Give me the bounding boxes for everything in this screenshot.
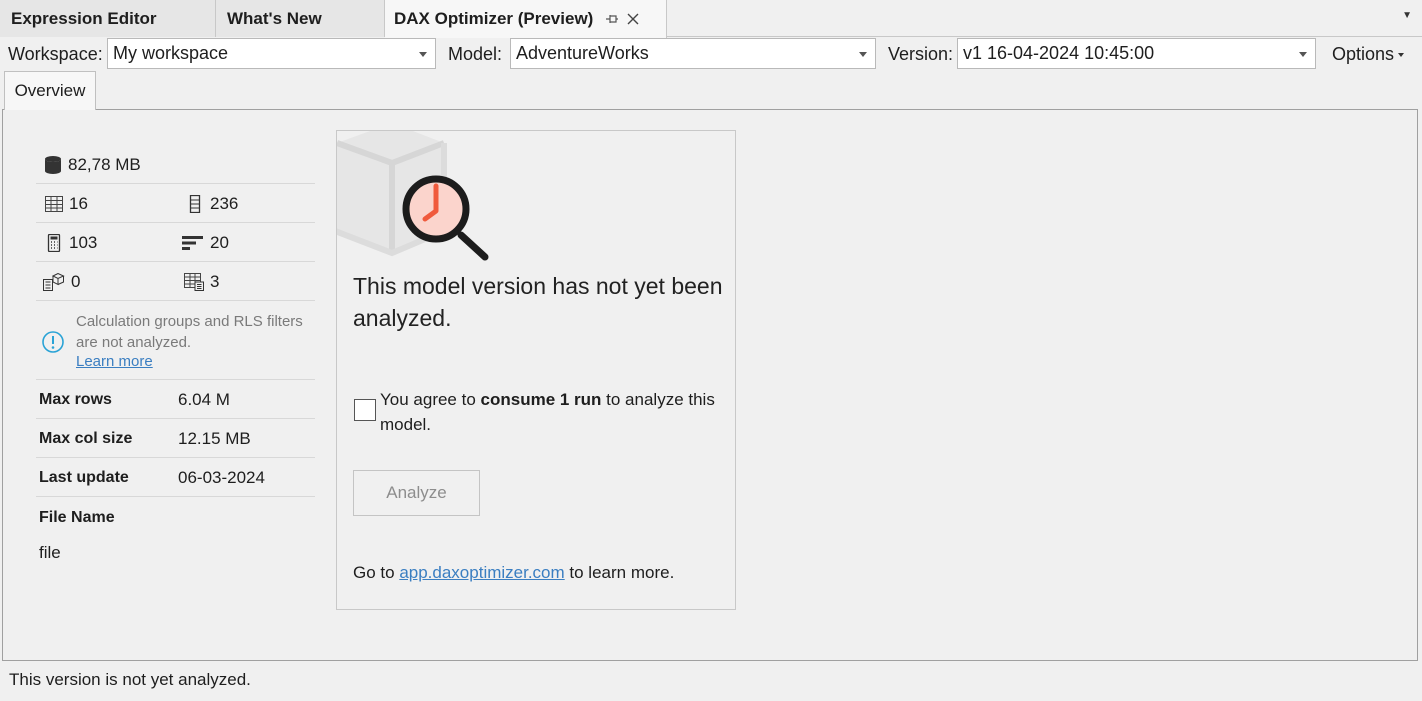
column-icon xyxy=(189,194,201,213)
size-stat: 82,78 MB xyxy=(44,145,141,184)
agree-text: You agree to consume 1 run to analyze th… xyxy=(380,387,720,437)
tab-overview-label: Overview xyxy=(14,81,86,100)
agree-prefix: You agree to xyxy=(380,390,481,409)
goto-suffix: to learn more. xyxy=(564,563,675,582)
calc-items-row: 0 3 xyxy=(36,262,315,301)
learn-more-link[interactable]: Learn more xyxy=(76,353,153,370)
max-rows-label: Max rows xyxy=(39,391,112,408)
max-col-size-value: 12.15 MB xyxy=(178,429,251,448)
model-value: AdventureWorks xyxy=(516,43,649,63)
options-label: Options xyxy=(1332,44,1395,64)
size-value: 82,78 MB xyxy=(68,154,141,174)
tab-label: DAX Optimizer (Preview) xyxy=(394,9,594,28)
calc-items-stat: 0 xyxy=(43,262,80,301)
max-col-size-row: Max col size 12.15 MB xyxy=(36,419,315,458)
measures-value: 103 xyxy=(69,232,98,252)
last-update-row: Last update 06-03-2024 xyxy=(36,458,315,497)
tab-expression-editor[interactable]: Expression Editor xyxy=(0,0,216,37)
agree-bold: consume 1 run xyxy=(480,390,602,409)
tables-stat: 16 xyxy=(45,184,88,223)
goto-prefix: Go to xyxy=(353,563,400,582)
options-menu-button[interactable]: Options xyxy=(1332,44,1405,65)
relationships-value: 20 xyxy=(210,232,229,252)
relationships-stat: 20 xyxy=(182,223,229,262)
not-analyzed-note: Calculation groups and RLS filters are n… xyxy=(36,310,315,380)
database-icon xyxy=(45,155,61,174)
dax-optimizer-link[interactable]: app.daxoptimizer.com xyxy=(399,563,564,582)
model-magnifier-icon xyxy=(337,131,489,261)
chevron-down-icon xyxy=(859,52,867,57)
sort-bars-icon xyxy=(182,235,203,250)
analysis-card: This model version has not yet been anal… xyxy=(336,130,736,610)
calculation-group-icon xyxy=(43,272,65,291)
columns-value: 236 xyxy=(210,193,239,213)
model-label: Model: xyxy=(448,44,503,64)
info-icon xyxy=(41,330,65,359)
max-col-size-label: Max col size xyxy=(39,430,133,447)
columns-stat: 236 xyxy=(186,184,238,223)
tables-value: 16 xyxy=(69,193,88,213)
tab-label: What's New xyxy=(227,8,322,28)
chevron-down-icon xyxy=(419,52,427,57)
table-icon xyxy=(45,195,63,212)
calculated-table-icon xyxy=(184,272,204,291)
toolbar: Workspace: My workspace Model: Adventure… xyxy=(0,37,1422,71)
file-name-value: file xyxy=(39,543,61,562)
caret-down-icon xyxy=(1398,53,1405,58)
last-update-value: 06-03-2024 xyxy=(178,468,265,487)
calc-tables-stat: 3 xyxy=(184,262,219,301)
max-rows-value: 6.04 M xyxy=(178,390,230,409)
tab-overview[interactable]: Overview xyxy=(4,71,96,110)
measures-relationships-row: 103 20 xyxy=(36,223,315,262)
size-row: 82,78 MB xyxy=(36,145,315,184)
calc-tables-value: 3 xyxy=(210,271,220,291)
card-title: This model version has not yet been anal… xyxy=(353,273,723,331)
workspace-value: My workspace xyxy=(113,43,229,63)
version-label: Version: xyxy=(888,44,954,64)
note-text: Calculation groups and RLS filters are n… xyxy=(76,313,303,351)
tab-list-dropdown-icon[interactable]: ▼ xyxy=(1402,10,1412,21)
goto-text: Go to app.daxoptimizer.com to learn more… xyxy=(353,563,674,583)
measures-stat: 103 xyxy=(45,223,97,262)
agree-checkbox[interactable] xyxy=(354,399,376,421)
tab-label: Expression Editor xyxy=(11,8,157,28)
last-update-label: Last update xyxy=(39,469,129,486)
document-tab-strip: Expression Editor What's New DAX Optimiz… xyxy=(0,0,1422,38)
tab-whats-new[interactable]: What's New xyxy=(216,0,385,37)
close-icon[interactable] xyxy=(627,13,639,25)
chevron-down-icon xyxy=(1299,52,1307,57)
file-name-label: File Name xyxy=(39,509,115,526)
version-value: v1 16-04-2024 10:45:00 xyxy=(963,43,1155,63)
tab-dax-optimizer[interactable]: DAX Optimizer (Preview) xyxy=(385,0,667,38)
analyze-button[interactable]: Analyze xyxy=(353,470,480,516)
version-combobox[interactable]: v1 16-04-2024 10:45:00 xyxy=(957,38,1316,69)
analyze-label: Analyze xyxy=(386,483,447,502)
calculator-icon xyxy=(47,233,61,252)
pin-icon[interactable] xyxy=(605,13,619,25)
tables-columns-row: 16 236 xyxy=(36,184,315,223)
max-rows-row: Max rows 6.04 M xyxy=(36,380,315,419)
workspace-label: Workspace: xyxy=(8,44,103,64)
status-text: This version is not yet analyzed. xyxy=(9,670,251,689)
model-combobox[interactable]: AdventureWorks xyxy=(510,38,876,69)
workspace-combobox[interactable]: My workspace xyxy=(107,38,436,69)
status-bar: This version is not yet analyzed. xyxy=(0,661,1422,701)
calc-items-value: 0 xyxy=(71,271,81,291)
